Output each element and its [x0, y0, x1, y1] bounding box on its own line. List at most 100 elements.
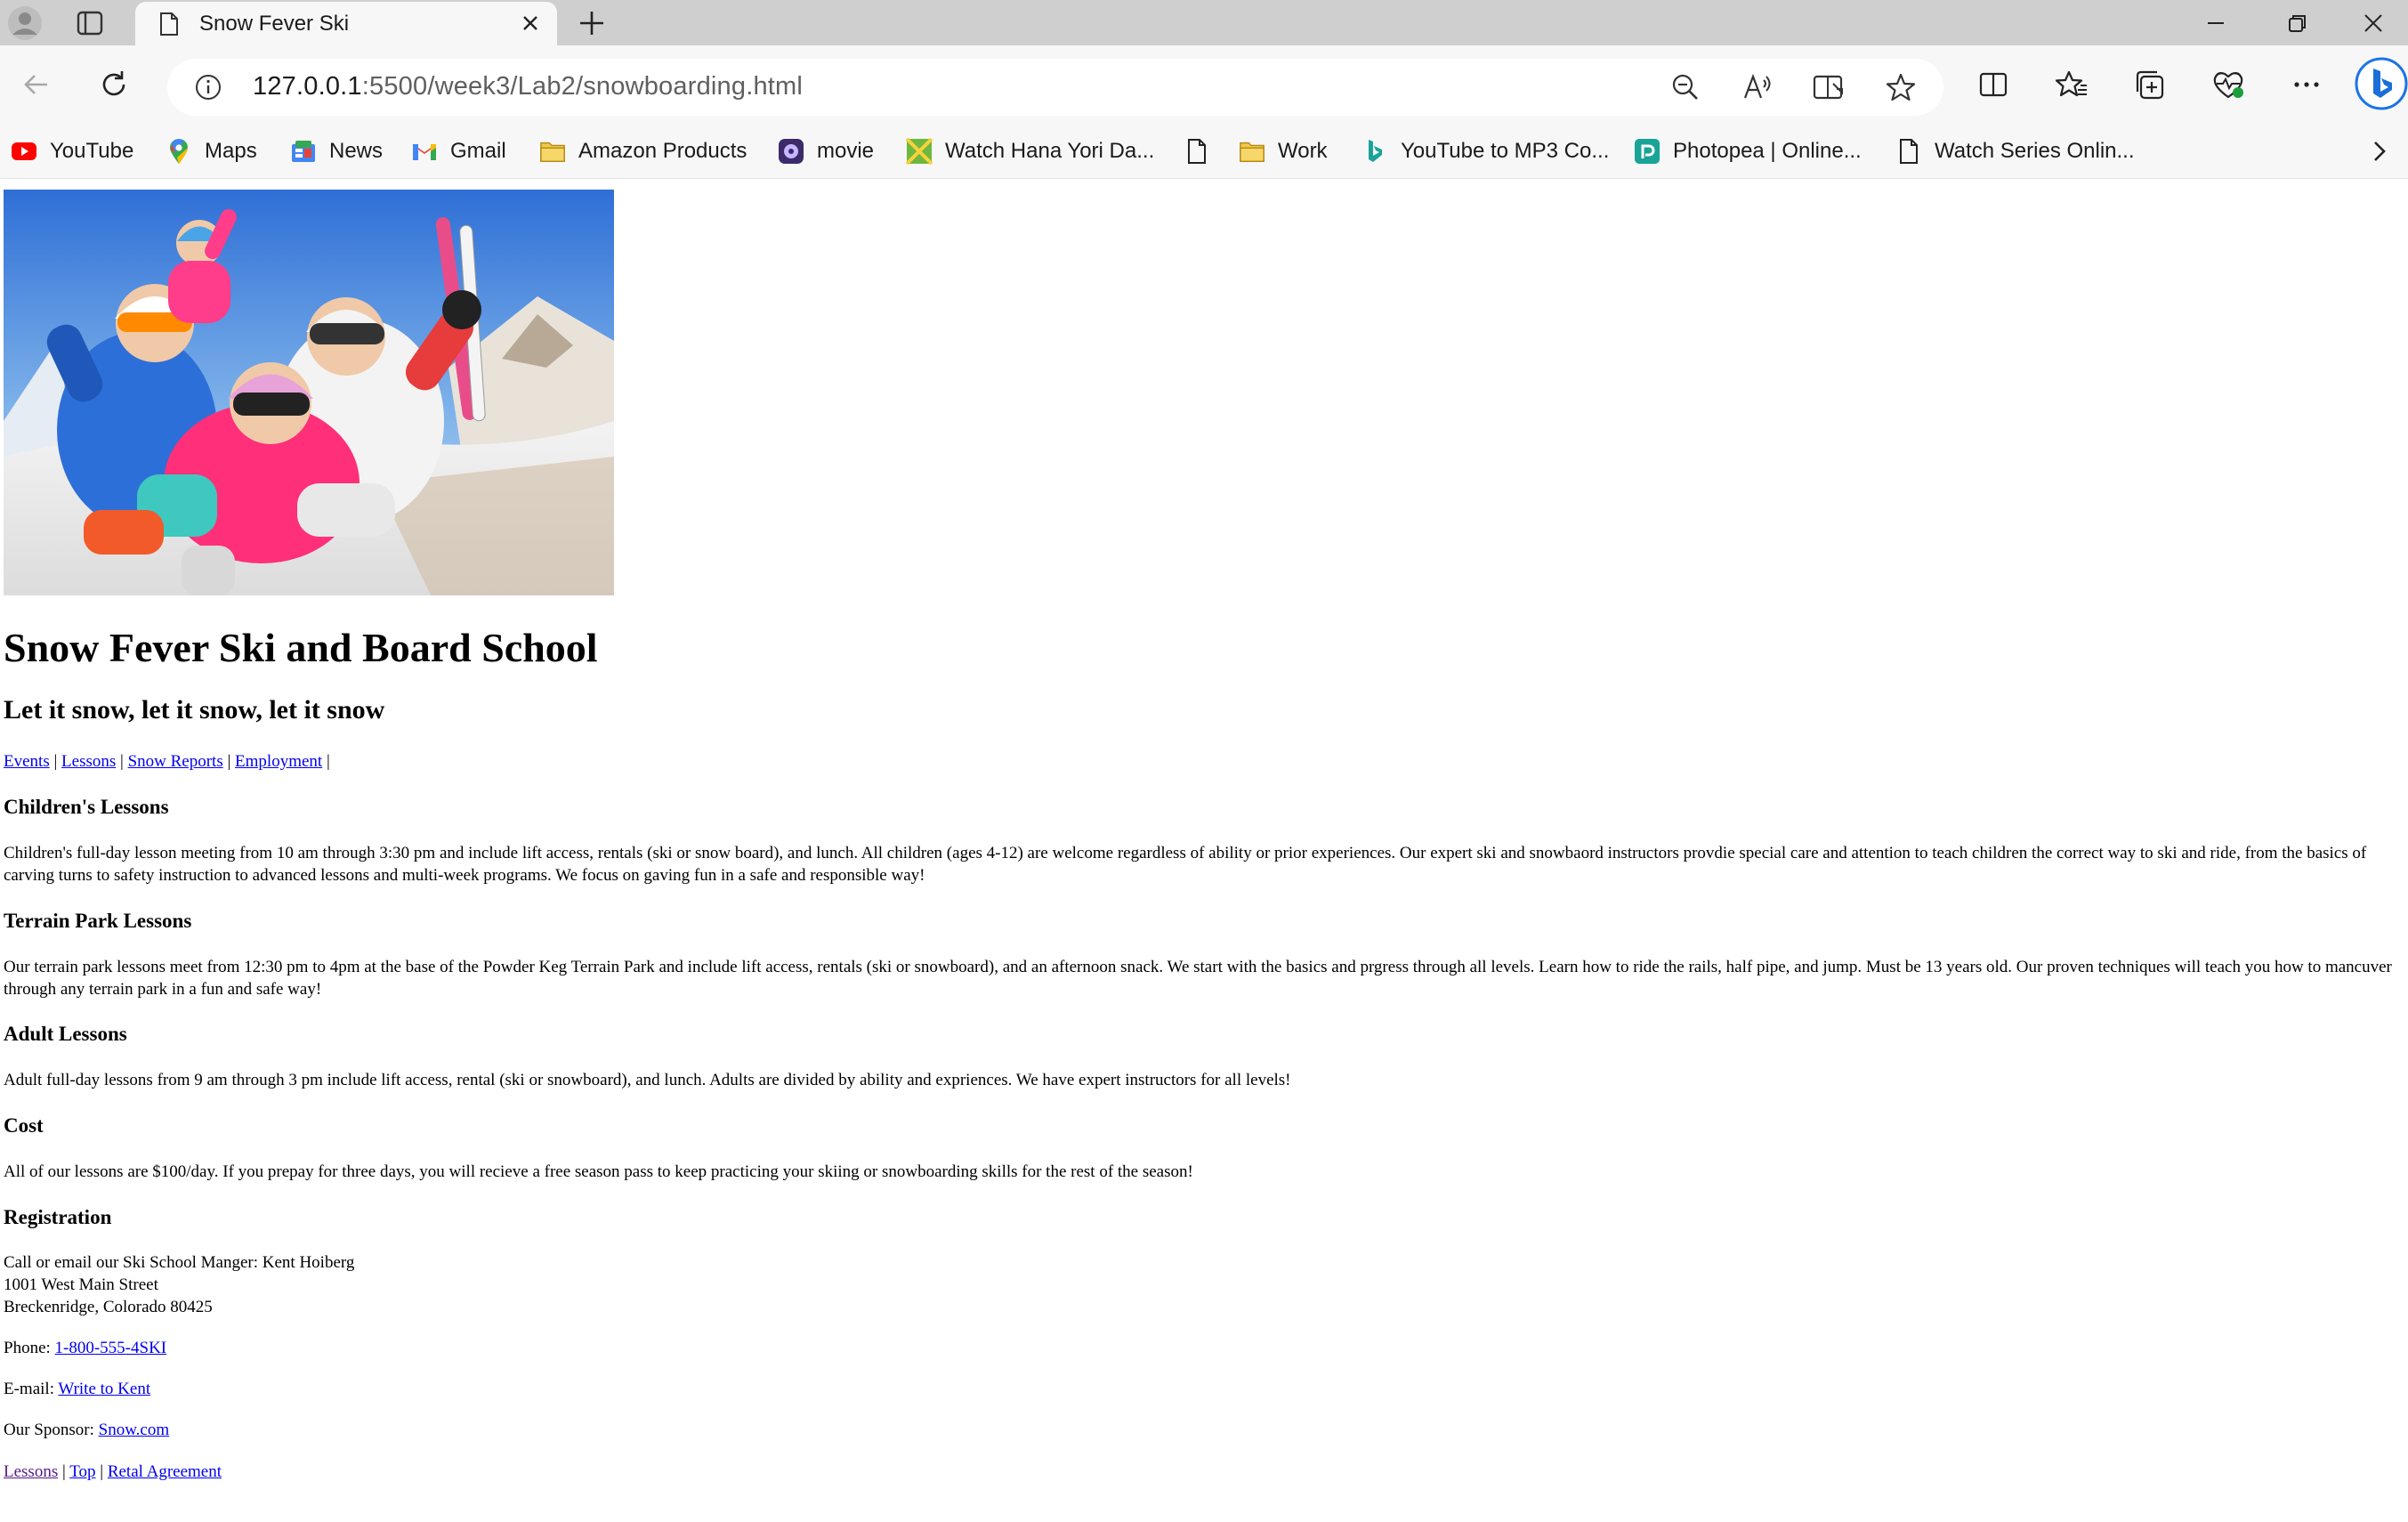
cost-text: All of our lessons are $100/day. If you … [4, 1162, 1193, 1181]
footer-link-lessons[interactable]: Lessons [4, 1462, 58, 1481]
footer-link-rental-agreement[interactable]: Retal Agreement [108, 1462, 222, 1481]
b-icon [1362, 138, 1388, 165]
bookmark-work[interactable]: Work [1239, 134, 1328, 169]
registration-contact-line: Call or email our Ski School Manger: Ken… [4, 1253, 355, 1272]
bookmark-label: Maps [205, 139, 257, 163]
bookmark-label: Watch Hana Yori Da... [945, 139, 1155, 163]
browser-tab-strip: Snow Fever Ski [0, 0, 2408, 45]
profile-avatar-icon[interactable] [7, 5, 43, 41]
registration-heading: Registration [4, 1206, 112, 1228]
phone-label: Phone: [4, 1339, 51, 1357]
browser-toolbar: 127.0.0.1:5500/week3/Lab2/snowboarding.h… [0, 45, 2408, 124]
bookmark-label: Gmail [450, 139, 506, 163]
bookmark-label: YouTube to MP3 Co... [1401, 139, 1610, 163]
tab-actions-icon[interactable] [75, 8, 105, 38]
adult-lessons-text: Adult full-day lessons from 9 am through… [4, 1071, 1291, 1089]
nav-link-lessons[interactable]: Lessons [61, 752, 116, 771]
phone-link[interactable]: 1-800-555-4SKI [55, 1339, 167, 1357]
movie-icon [778, 138, 804, 165]
folder-icon [1239, 138, 1265, 165]
nav-link-employment[interactable]: Employment [235, 752, 322, 771]
folder-icon [539, 138, 566, 165]
childrens-lessons-text: Children's full-day lesson meeting from … [4, 844, 2367, 885]
more-menu-icon[interactable] [2287, 65, 2326, 104]
bing-copilot-icon[interactable] [2355, 56, 2408, 111]
bookmark-label: Amazon Products [578, 139, 747, 163]
page-subtitle: Let it snow, let it snow, let it snow [4, 695, 385, 725]
bookmark-untitled-page[interactable] [1184, 134, 1223, 169]
email-line: E-mail: Write to Kent [4, 1379, 150, 1401]
site-icon [906, 138, 933, 165]
new-tab-icon[interactable] [577, 8, 607, 38]
browser-essentials-icon[interactable] [2209, 65, 2248, 104]
registration-street: 1001 West Main Street [4, 1275, 158, 1294]
phone-line: Phone: 1-800-555-4SKI [4, 1338, 166, 1360]
bookmark-photopea[interactable]: Photopea | Online... [1634, 134, 1862, 169]
bookmark-watch-series[interactable]: Watch Series Onlin... [1895, 134, 2135, 169]
bookmark-label: Work [1278, 139, 1328, 163]
bookmark-movie[interactable]: movie [778, 134, 874, 169]
bookmark-label: News [329, 139, 384, 163]
favorites-icon[interactable] [2052, 65, 2091, 104]
address-bar[interactable]: 127.0.0.1:5500/week3/Lab2/snowboarding.h… [167, 59, 1943, 116]
bookmark-maps[interactable]: Maps [166, 134, 257, 169]
footer-link-top[interactable]: Top [69, 1462, 95, 1481]
photopea-icon [1634, 138, 1661, 165]
chevron-right-icon[interactable] [2365, 138, 2392, 165]
back-icon[interactable] [16, 65, 55, 104]
restore-icon[interactable] [2257, 0, 2339, 45]
tab-title: Snow Fever Ski [199, 12, 350, 36]
bookmark-label: Photopea | Online... [1673, 139, 1862, 163]
page-title: Snow Fever Ski and Board School [4, 625, 598, 670]
page-icon [158, 12, 180, 36]
adult-lessons-heading: Adult Lessons [4, 1023, 127, 1045]
hero-image [4, 190, 614, 595]
close-tab-icon[interactable] [520, 12, 541, 34]
favorite-star-icon[interactable] [1881, 68, 1920, 107]
nav-separator: | [120, 752, 124, 771]
minimize-icon[interactable] [2175, 0, 2257, 45]
split-screen-icon[interactable] [1974, 65, 2013, 104]
bookmark-label: movie [817, 139, 875, 163]
news-icon [290, 138, 317, 165]
collections-icon[interactable] [2130, 65, 2170, 104]
nav-separator: | [326, 752, 330, 771]
bookmark-news[interactable]: News [290, 134, 383, 169]
refresh-icon[interactable] [94, 65, 133, 104]
immersive-reader-icon[interactable] [1809, 68, 1848, 107]
sponsor-link[interactable]: Snow.com [99, 1421, 170, 1439]
childrens-lessons-heading: Children's Lessons [4, 796, 169, 818]
main-nav: Events | Lessons | Snow Reports | Employ… [4, 752, 330, 772]
footer-nav: Lessons | Top | Retal Agreement [4, 1461, 222, 1484]
nav-separator: | [100, 1462, 104, 1481]
page-icon [1895, 138, 1922, 165]
close-window-icon[interactable] [2339, 0, 2408, 45]
bookmark-gmail[interactable]: Gmail [411, 134, 506, 169]
site-info-icon[interactable] [194, 73, 222, 101]
email-label: E-mail: [4, 1380, 54, 1398]
active-tab[interactable]: Snow Fever Ski [135, 2, 557, 45]
bookmark-youtube[interactable]: YouTube [11, 134, 133, 169]
bookmark-youtube-mp3[interactable]: YouTube to MP3 Co... [1362, 134, 1609, 169]
bookmark-label: Watch Series Onlin... [1935, 139, 2135, 163]
maps-icon [166, 138, 192, 165]
read-aloud-icon[interactable] [1738, 68, 1777, 107]
nav-link-snow-reports[interactable]: Snow Reports [128, 752, 223, 771]
zoom-out-icon[interactable] [1666, 68, 1705, 107]
terrain-park-heading: Terrain Park Lessons [4, 910, 192, 932]
nav-link-events[interactable]: Events [4, 752, 50, 771]
sponsor-line: Our Sponsor: Snow.com [4, 1420, 169, 1442]
registration-city: Breckenridge, Colorado 80425 [4, 1298, 213, 1316]
nav-separator: | [227, 752, 231, 771]
email-link[interactable]: Write to Kent [58, 1380, 150, 1398]
bookmarks-bar: YouTube Maps News Gmail Amazon Products … [0, 124, 2408, 179]
sponsor-label: Our Sponsor: [4, 1421, 94, 1439]
page-icon [1184, 138, 1210, 165]
bookmark-hana-yori[interactable]: Watch Hana Yori Da... [906, 134, 1154, 169]
address-url[interactable]: 127.0.0.1:5500/week3/Lab2/snowboarding.h… [253, 72, 803, 101]
bookmark-amazon-products[interactable]: Amazon Products [539, 134, 747, 169]
gmail-icon [411, 138, 438, 165]
cost-heading: Cost [4, 1114, 44, 1137]
bookmark-label: YouTube [50, 139, 134, 163]
nav-separator: | [53, 752, 58, 771]
